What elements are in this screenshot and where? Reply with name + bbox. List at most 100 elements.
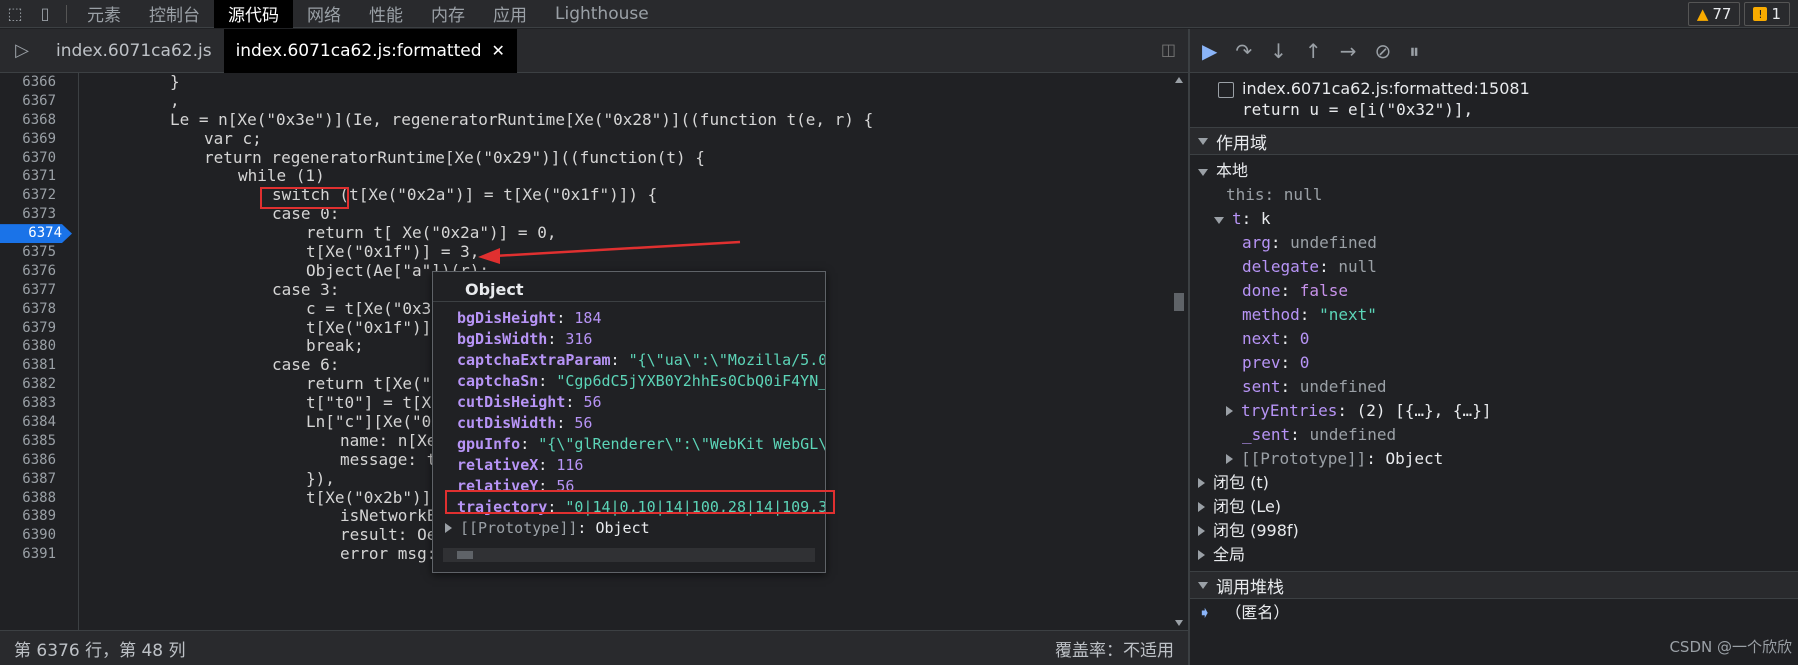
toggle-debugger-icon[interactable]: ◫ [1161,40,1176,59]
t-field-row[interactable]: arg: undefined [1198,231,1798,255]
tab-performance[interactable]: 性能 [355,0,417,28]
line-number[interactable]: 6369 [0,130,66,149]
line-number[interactable]: 6387 [0,470,66,489]
line-number[interactable]: 6375 [0,243,66,262]
this-row[interactable]: this: null [1198,183,1798,207]
line-number[interactable]: 6372 [0,186,66,205]
popover-row[interactable]: relativeX: 116 [433,455,825,476]
tab-lighthouse[interactable]: Lighthouse [541,0,663,28]
popover-row[interactable]: cutDisHeight: 56 [433,392,825,413]
popover-value: 56 [583,393,602,411]
line-number[interactable]: 6382 [0,375,66,394]
line-number[interactable]: 6379 [0,319,66,338]
divider [66,4,67,23]
errors-badge[interactable]: ! 1 [1744,2,1790,26]
code-scrollbar[interactable] [1172,73,1186,630]
field-key: delegate [1242,257,1320,276]
tryentries-row[interactable]: tryEntries: (2) [{…}, {…}] [1198,399,1798,423]
closure-le[interactable]: 闭包 (Le) [1198,495,1798,519]
line-number[interactable]: 6384 [0,413,66,432]
line-number[interactable]: 6377 [0,281,66,300]
line-number[interactable]: 6373 [0,205,66,224]
t-field-row[interactable]: next: 0 [1198,327,1798,351]
closure-998f[interactable]: 闭包 (998f) [1198,519,1798,543]
callstack-title: 调用堆栈 [1216,577,1284,598]
debugger-toolbar: ▶ ↷ ↓ ↑ → ⊘ ⏸ [1190,29,1798,73]
popover-title: Object [433,272,825,302]
this-value: null [1283,185,1323,204]
popover-row[interactable]: captchaSn: "Cgp6dC5jYXB0Y2hhEs0CbQ0iF4YN… [433,371,825,392]
step-out-icon[interactable]: ↑ [1305,39,1322,63]
line-code: result: Oe, [340,525,446,545]
line-number[interactable]: 6381 [0,356,66,375]
toggle-navigator-icon[interactable]: ▷ [0,40,44,61]
tab-memory[interactable]: 内存 [417,0,479,28]
scroll-down-icon[interactable] [1175,620,1183,626]
t-field-row[interactable]: sent: undefined [1198,375,1798,399]
pause-exceptions-icon[interactable]: ⏸ [1409,39,1419,63]
closure-label: 闭包 (998f) [1213,521,1299,540]
local-scope[interactable]: 本地 [1198,159,1798,183]
scope-title: 作用域 [1216,133,1267,154]
popover-key: bgDisWidth [457,330,548,348]
file-tab-formatted[interactable]: index.6071ca62.js:formatted ✕ [223,28,517,73]
popover-prototype-row[interactable]: [[Prototype]]: Object [433,518,825,539]
t-field-row[interactable]: delegate: null [1198,255,1798,279]
line-number[interactable]: 6385 [0,432,66,451]
closure-t[interactable]: 闭包 (t) [1198,471,1798,495]
deactivate-breakpoints-icon[interactable]: ⊘ [1374,39,1391,63]
line-number[interactable]: 6368 [0,111,66,130]
popover-row[interactable]: bgDisHeight: 184 [433,308,825,329]
sent-internal-row[interactable]: _sent: undefined [1198,423,1798,447]
scroll-thumb[interactable] [457,551,473,559]
line-number[interactable]: 6378 [0,300,66,319]
line-number[interactable]: 6376 [0,262,66,281]
popover-scrollbar[interactable] [443,548,815,562]
line-number[interactable]: 6386 [0,451,66,470]
popover-row[interactable]: captchaExtraParam: "{\"ua\":\"Mozilla/5.… [433,350,825,371]
close-icon[interactable]: ✕ [491,41,504,60]
t-row[interactable]: t: k [1198,207,1798,231]
tab-application[interactable]: 应用 [479,0,541,28]
global-scope[interactable]: 全局 [1198,543,1798,567]
line-number[interactable]: 6370 [0,149,66,168]
line-number[interactable]: 6367 [0,92,66,111]
callstack-header[interactable]: 调用堆栈 [1190,571,1798,599]
t-fields: arg: undefined delegate: null done: false m… [1198,231,1798,399]
scroll-up-icon[interactable] [1175,77,1183,83]
popover-row[interactable]: cutDisWidth: 56 [433,413,825,434]
warnings-badge[interactable]: ▲ 77 [1687,2,1741,26]
inspect-element-icon[interactable]: ⬚ [0,0,30,28]
line-number[interactable]: 6391 [0,545,66,564]
file-tab-original[interactable]: index.6071ca62.js [44,29,224,73]
line-number[interactable]: 6388 [0,489,66,508]
callstack-item[interactable]: ➧ （匿名） [1190,601,1798,625]
popover-value: "Cgp6dC5jYXB0Y2hhEs0CbQ0iF4YN_V [556,372,826,390]
line-number[interactable]: 6366 [0,73,66,92]
scope-header[interactable]: 作用域 [1190,127,1798,155]
popover-row[interactable]: bgDisWidth: 316 [433,329,825,350]
line-number[interactable]: 6374 [0,224,72,244]
step-over-icon[interactable]: ↷ [1235,39,1252,63]
popover-row[interactable]: gpuInfo: "{\"glRenderer\":\"WebKit WebGL… [433,434,825,455]
step-into-icon[interactable]: ↓ [1270,39,1287,63]
t-field-row[interactable]: method: "next" [1198,303,1798,327]
t-field-row[interactable]: done: false [1198,279,1798,303]
step-icon[interactable]: → [1340,39,1357,63]
prototype-row[interactable]: [[Prototype]]: Object [1198,447,1798,471]
tab-elements[interactable]: 元素 [73,0,135,28]
tab-sources[interactable]: 源代码 [214,0,293,28]
line-number[interactable]: 6390 [0,526,66,545]
line-number[interactable]: 6389 [0,507,66,526]
breakpoint-row[interactable]: index.6071ca62.js:formatted:15081 [1218,79,1788,98]
line-number[interactable]: 6371 [0,167,66,186]
line-number[interactable]: 6380 [0,337,66,356]
tab-network[interactable]: 网络 [293,0,355,28]
device-toolbar-icon[interactable]: ▯ [30,0,60,28]
line-number[interactable]: 6383 [0,394,66,413]
t-field-row[interactable]: prev: 0 [1198,351,1798,375]
tab-console[interactable]: 控制台 [135,0,214,28]
resume-icon[interactable]: ▶ [1202,39,1217,63]
breakpoint-checkbox[interactable] [1218,81,1234,98]
scroll-thumb[interactable] [1174,293,1184,311]
